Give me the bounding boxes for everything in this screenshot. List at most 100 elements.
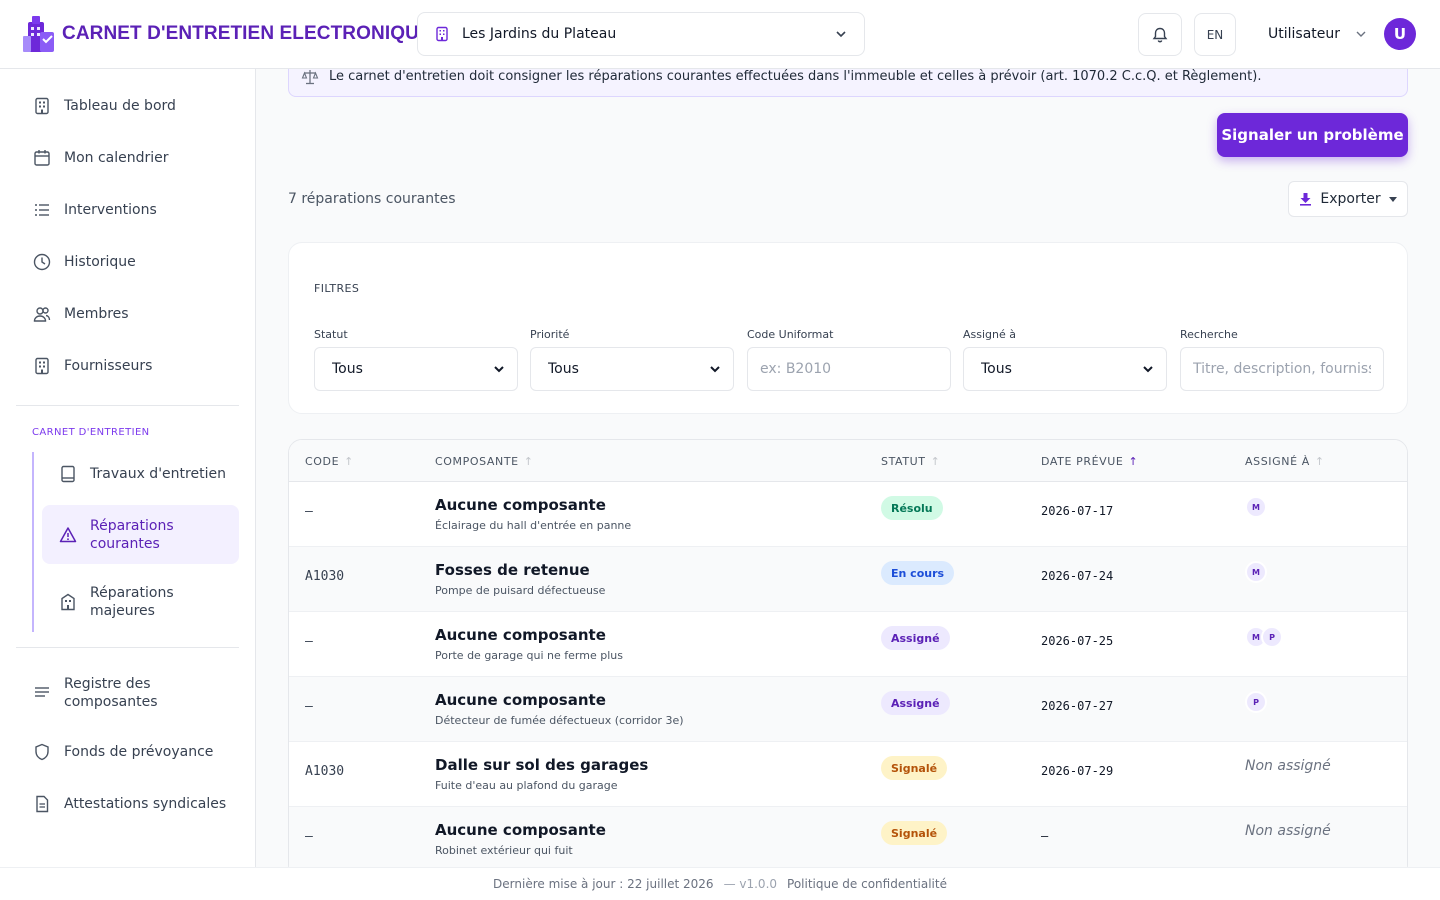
header-label: COMPOSANTE — [435, 455, 519, 468]
table-row[interactable]: – Aucune composante Détecteur de fumée déf… — [289, 677, 1407, 742]
sidebar: Tableau de bord Mon calendrier Intervent… — [0, 69, 256, 867]
sidebar-item-label: Attestations syndicales — [64, 796, 227, 812]
report-problem-button[interactable]: Signaler un problème — [1217, 113, 1408, 157]
building-icon — [35, 357, 49, 375]
assignee-select[interactable]: Tous — [963, 347, 1167, 391]
status-filter: Statut Tous — [314, 328, 518, 391]
uniformat-input[interactable]: ex: B2010 — [747, 347, 951, 391]
export-button[interactable]: Exporter — [1288, 181, 1408, 217]
notifications-button[interactable] — [1138, 13, 1182, 56]
repair-description: Porte de garage qui ne ferme plus — [435, 649, 623, 662]
sidebar-item-dashboard[interactable]: Tableau de bord — [16, 84, 239, 128]
column-header-due-date[interactable]: DATE PRÉVUE ↑ — [1041, 455, 1138, 468]
sidebar-item-major-repairs[interactable]: Réparations majeures — [42, 572, 239, 631]
component-cell: Aucune composante Détecteur de fumée défe… — [435, 691, 684, 727]
component-title[interactable]: Aucune composante — [435, 626, 623, 644]
header-label: DATE PRÉVUE — [1041, 455, 1124, 468]
assignee-filter-label: Assigné à — [963, 328, 1017, 341]
table-row[interactable]: A1030 Fosses de retenue Pompe de puisard d… — [289, 547, 1407, 612]
select-value: Tous — [548, 361, 579, 377]
sidebar-item-label: Historique — [64, 254, 136, 270]
logo-icon — [23, 16, 54, 52]
list-icon — [35, 204, 49, 216]
repair-description: Détecteur de fumée défectueux (corridor … — [435, 714, 684, 727]
sidebar-item-label: Interventions — [64, 202, 157, 218]
building-selector[interactable]: Les Jardins du Plateau — [417, 12, 865, 56]
sort-arrow-icon: ↑ — [344, 455, 354, 468]
sidebar-divider — [16, 647, 239, 648]
column-header-code[interactable]: CODE ↑ — [305, 455, 354, 468]
top-header: CARNET D'ENTRETIEN ELECTRONIQUE Les Jard… — [0, 0, 1440, 69]
table-row[interactable]: – Aucune composante Éclairage du hall d'en… — [289, 482, 1407, 547]
shield-icon — [35, 743, 49, 761]
component-cell: Aucune composante Robinet extérieur qui f… — [435, 821, 606, 857]
sort-arrow-icon: ↑ — [1128, 455, 1139, 468]
component-title[interactable]: Fosses de retenue — [435, 561, 605, 579]
due-date: 2026-07-25 — [1041, 634, 1114, 648]
component-title[interactable]: Aucune composante — [435, 821, 606, 839]
lines-icon — [35, 687, 49, 697]
sidebar-divider — [16, 405, 239, 406]
bell-icon — [1152, 27, 1168, 42]
assignee-cell: MP — [1245, 626, 1283, 648]
component-title[interactable]: Aucune composante — [435, 496, 631, 514]
user-menu[interactable]: Utilisateur U — [1268, 18, 1417, 50]
table-row[interactable]: A1030 Dalle sur sol des garages Fuite d'ea… — [289, 742, 1407, 807]
building-icon — [436, 26, 448, 42]
component-code: A1030 — [305, 764, 345, 779]
priority-select[interactable]: Tous — [530, 347, 734, 391]
privacy-link[interactable]: Politique de confidentialité — [787, 877, 947, 891]
banner-text: Le carnet d'entretien doit consigner les… — [329, 69, 1262, 84]
brand[interactable]: CARNET D'ENTRETIEN ELECTRONIQUE — [22, 14, 432, 54]
status-badge: Résolu — [881, 496, 943, 520]
due-date: 2026-07-24 — [1041, 569, 1114, 583]
last-updated: Dernière mise à jour : 22 juillet 2026 — [493, 877, 714, 891]
sidebar-item-members[interactable]: Membres — [16, 292, 239, 336]
assignee-cell: Non assigné — [1245, 821, 1331, 839]
avatar[interactable]: U — [1384, 18, 1417, 50]
sidebar-item-maintenance-work[interactable]: Travaux d'entretien — [42, 452, 239, 496]
status-filter-label: Statut — [314, 328, 348, 341]
sidebar-item-current-repairs[interactable]: Réparations courantes — [42, 505, 239, 564]
sidebar-item-history[interactable]: Historique — [16, 240, 239, 284]
footer: Dernière mise à jour : 22 juillet 2026 —… — [0, 867, 1440, 900]
sidebar-item-suppliers[interactable]: Fournisseurs — [16, 344, 239, 388]
column-header-status[interactable]: STATUT ↑ — [881, 455, 940, 468]
sidebar-item-interventions[interactable]: Interventions — [16, 188, 239, 232]
priority-filter-label: Priorité — [530, 328, 570, 341]
label-line-1: Registre des — [64, 676, 151, 692]
user-name: Utilisateur — [1268, 26, 1341, 42]
caret-down-icon — [1388, 196, 1397, 202]
sidebar-item-attestations[interactable]: Attestations syndicales — [16, 782, 239, 826]
sidebar-item-calendar[interactable]: Mon calendrier — [16, 136, 239, 180]
sidebar-item-components-registry[interactable]: Registre des composantes — [16, 667, 239, 719]
scales-icon — [301, 69, 319, 84]
due-date: 2026-07-17 — [1041, 504, 1114, 518]
component-code: – — [305, 634, 313, 649]
assignee-avatar: P — [1261, 626, 1283, 648]
document-icon — [36, 795, 49, 813]
component-title[interactable]: Dalle sur sol des garages — [435, 756, 648, 774]
table-row[interactable]: – Aucune composante Porte de garage qui ne… — [289, 612, 1407, 677]
chevron-down-icon — [1143, 366, 1153, 373]
table-row[interactable]: – Aucune composante Robinet extérieur qui … — [289, 807, 1407, 872]
input-placeholder: Titre, description, fournisseur... — [1193, 361, 1371, 377]
column-header-component[interactable]: COMPOSANTE ↑ — [435, 455, 534, 468]
status-select[interactable]: Tous — [314, 347, 518, 391]
component-code: – — [305, 699, 313, 714]
calendar-icon — [34, 150, 50, 166]
label-line-2: courantes — [90, 535, 160, 552]
search-input[interactable]: Titre, description, fournisseur... — [1180, 347, 1384, 391]
repair-description: Robinet extérieur qui fuit — [435, 844, 573, 857]
assignee-avatar: M — [1245, 561, 1267, 583]
language-toggle[interactable]: EN — [1194, 13, 1236, 56]
repairs-table: CODE ↑ COMPOSANTE ↑ STATUT ↑ DATE PRÉVUE ↑ A… — [288, 439, 1408, 879]
label-line-2: composantes — [64, 694, 158, 710]
submenu-line — [32, 452, 34, 632]
sidebar-item-label: Travaux d'entretien — [90, 466, 226, 482]
chevron-down-icon — [710, 366, 720, 373]
select-value: Tous — [332, 361, 363, 377]
component-title[interactable]: Aucune composante — [435, 691, 684, 709]
column-header-assignee[interactable]: ASSIGNÉ À ↑ — [1245, 455, 1325, 468]
sidebar-item-reserve-fund[interactable]: Fonds de prévoyance — [16, 730, 239, 774]
